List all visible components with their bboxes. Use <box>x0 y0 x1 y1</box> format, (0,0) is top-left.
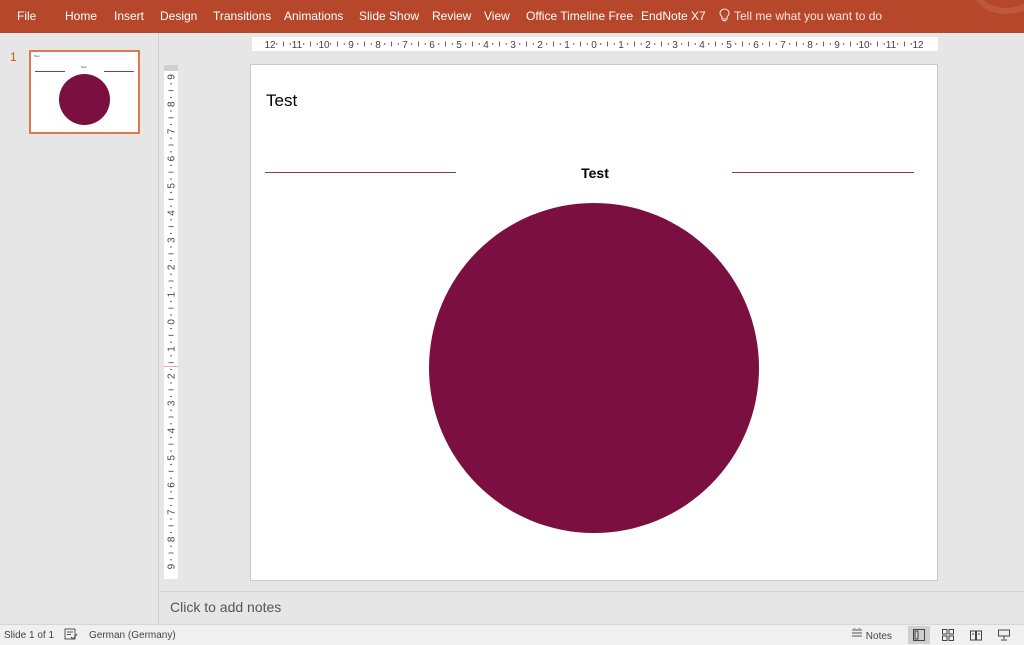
slide-left-line[interactable] <box>265 172 456 173</box>
tab-home[interactable]: Home <box>65 9 97 23</box>
tab-endnote[interactable]: EndNote X7 <box>641 9 706 23</box>
vertical-ruler-label: 0 <box>167 319 178 325</box>
horizontal-ruler-label: 10 <box>318 40 330 51</box>
ribbon-decoration <box>974 0 1024 14</box>
vertical-ruler-label: 4 <box>167 210 178 216</box>
slide-subtitle[interactable]: Test <box>495 165 695 181</box>
vertical-ruler-label: 8 <box>167 536 178 542</box>
horizontal-ruler-label: 12 <box>912 40 924 51</box>
horizontal-ruler-label: 11 <box>886 40 897 51</box>
thumbnail-slide-number: 1 <box>10 50 17 64</box>
horizontal-ruler-label: 6 <box>753 40 759 51</box>
horizontal-ruler-label: 2 <box>537 40 543 51</box>
reading-view-button[interactable] <box>965 626 987 644</box>
slide-right-line[interactable] <box>732 172 914 173</box>
vertical-ruler-label: 1 <box>167 346 178 352</box>
vertical-ruler-label: 5 <box>167 455 178 461</box>
thumbnail-right-line <box>104 71 134 72</box>
tab-view[interactable]: View <box>484 9 510 23</box>
horizontal-ruler-label: 6 <box>429 40 435 51</box>
ribbon-tab-bar: File Home Insert Design Transitions Anim… <box>0 0 1024 33</box>
horizontal-ruler-label: 5 <box>726 40 732 51</box>
vertical-ruler-label: 3 <box>167 237 178 243</box>
vertical-ruler-label: 3 <box>167 400 178 406</box>
normal-view-button[interactable] <box>908 626 930 644</box>
notes-icon <box>852 625 862 637</box>
tab-transitions[interactable]: Transitions <box>213 9 271 23</box>
vertical-ruler-label: 1 <box>167 291 178 297</box>
horizontal-ruler-label: 9 <box>834 40 840 51</box>
slide-thumbnail[interactable]: Test Test <box>29 50 140 134</box>
tell-me-label: Tell me what you want to do <box>734 9 883 23</box>
slide-sorter-button[interactable] <box>937 626 959 644</box>
horizontal-ruler-label: 1 <box>564 40 570 51</box>
horizontal-ruler-label: 0 <box>591 40 597 51</box>
tell-me-search[interactable]: Tell me what you want to do <box>719 8 882 23</box>
horizontal-ruler-label: 7 <box>780 40 786 51</box>
notes-placeholder[interactable]: Click to add notes <box>170 599 281 615</box>
slide-indicator: Slide 1 of 1 <box>4 630 55 641</box>
vertical-ruler[interactable]: 9 8 7 6 5 4 3 2 1 0 1 2 3 4 5 6 7 8 9 <box>164 65 178 579</box>
slide-circle-shape[interactable] <box>429 203 759 533</box>
horizontal-ruler-label: 5 <box>456 40 462 51</box>
horizontal-ruler-label: 8 <box>807 40 813 51</box>
horizontal-ruler-label: 8 <box>375 40 381 51</box>
horizontal-ruler-label: 10 <box>858 40 870 51</box>
thumbnail-title: Test <box>34 54 40 58</box>
tab-file[interactable]: File <box>17 9 36 23</box>
slide-thumbnail-pane: 1 Test Test <box>0 33 159 624</box>
vertical-ruler-label: 8 <box>167 101 178 107</box>
status-bar: Slide 1 of 1 German (Germany) Notes <box>0 624 1024 645</box>
horizontal-ruler-label: 1 <box>618 40 624 51</box>
lightbulb-icon <box>719 8 730 22</box>
vertical-ruler-label: 6 <box>167 155 178 161</box>
horizontal-ruler-label: 9 <box>348 40 354 51</box>
vertical-ruler-label: 7 <box>167 509 178 515</box>
spellcheck-icon[interactable] <box>64 628 78 644</box>
notes-pane[interactable]: Click to add notes <box>160 591 1024 624</box>
notes-toggle-label: Notes <box>865 631 892 642</box>
tab-review[interactable]: Review <box>432 9 471 23</box>
horizontal-ruler-label: 2 <box>645 40 651 51</box>
horizontal-ruler-label: 4 <box>699 40 705 51</box>
horizontal-ruler[interactable]: 12 11 10 9 8 7 6 5 4 3 2 1 0 1 2 3 4 5 6 7 8 9 10 11 12 <box>252 37 938 51</box>
vertical-ruler-label: 5 <box>167 183 178 189</box>
vertical-ruler-label: 9 <box>167 74 178 80</box>
slide-title[interactable]: Test <box>266 91 297 111</box>
horizontal-ruler-label: 12 <box>264 40 276 51</box>
thumbnail-circle <box>59 74 110 125</box>
reading-view-icon <box>970 630 982 641</box>
vertical-ruler-scale: 9 8 7 6 5 4 3 2 1 0 1 2 3 4 5 6 7 8 9 <box>167 74 178 570</box>
vertical-ruler-label: 2 <box>167 264 178 270</box>
vertical-ruler-label: 6 <box>167 482 178 488</box>
vertical-ruler-label: 2 <box>167 373 178 379</box>
horizontal-ruler-label: 7 <box>402 40 408 51</box>
tab-animations[interactable]: Animations <box>284 9 343 23</box>
thumbnail-subtitle: Test <box>81 65 87 69</box>
tab-office-timeline[interactable]: Office Timeline Free <box>526 9 633 23</box>
horizontal-ruler-label: 11 <box>292 40 303 51</box>
tab-insert[interactable]: Insert <box>114 9 144 23</box>
horizontal-ruler-label: 4 <box>483 40 489 51</box>
vertical-ruler-cursor-marker <box>164 366 178 367</box>
vertical-ruler-label: 4 <box>167 427 178 433</box>
horizontal-ruler-label: 3 <box>672 40 678 51</box>
slide-show-icon <box>998 629 1010 641</box>
vertical-ruler-label: 9 <box>167 563 178 569</box>
slide-sorter-icon <box>942 629 954 641</box>
slide-show-button[interactable] <box>993 626 1015 644</box>
horizontal-ruler-scale: 12 11 10 9 8 7 6 5 4 3 2 1 0 1 2 3 4 5 6 7 8 9 10 11 12 <box>264 40 924 51</box>
notes-toggle-button[interactable]: Notes <box>851 625 892 643</box>
tab-design[interactable]: Design <box>160 9 197 23</box>
language-indicator[interactable]: German (Germany) <box>89 630 176 641</box>
thumbnail-left-line <box>35 71 65 72</box>
normal-view-icon <box>913 629 925 641</box>
tab-slide-show[interactable]: Slide Show <box>359 9 419 23</box>
slide-canvas[interactable]: Test Test <box>250 64 938 581</box>
horizontal-ruler-label: 3 <box>510 40 516 51</box>
vertical-ruler-label: 7 <box>167 128 178 134</box>
